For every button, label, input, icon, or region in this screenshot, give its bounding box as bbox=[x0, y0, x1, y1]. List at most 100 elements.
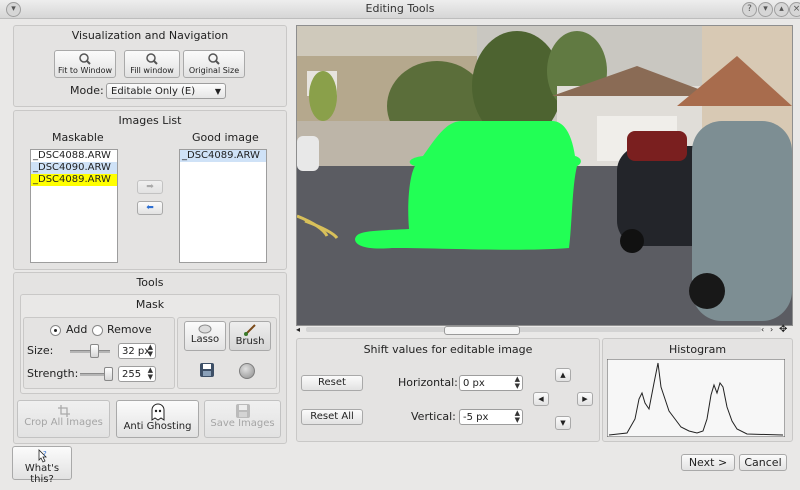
anti-ghosting-button[interactable]: Anti Ghosting bbox=[116, 400, 199, 438]
help-icon[interactable]: ? bbox=[742, 2, 757, 17]
move-left-button[interactable]: ⬅ bbox=[137, 201, 163, 215]
reset-all-button[interactable]: Reset All bbox=[301, 409, 363, 425]
save-mask-icon[interactable] bbox=[200, 363, 214, 377]
app-menu-icon[interactable]: ▾ bbox=[6, 2, 21, 17]
horizontal-scrollbar[interactable]: ◂ ‹ › ✥ bbox=[296, 324, 791, 335]
list-item[interactable]: _DSC4088.ARW bbox=[31, 150, 117, 162]
images-list-panel: Images List Maskable Good image _DSC4088… bbox=[13, 110, 287, 270]
spin-arrows-icon: ▲ ▼ bbox=[514, 375, 520, 390]
chevron-down-icon: ▼ bbox=[214, 87, 221, 96]
maximize-icon[interactable]: ▴ bbox=[774, 2, 789, 17]
whats-this-label: What's this? bbox=[24, 463, 60, 485]
visualization-title: Visualization and Navigation bbox=[71, 29, 229, 42]
spin-arrows-icon: ▲ ▼ bbox=[147, 343, 153, 358]
crop-all-images-button[interactable]: Crop All Images bbox=[17, 400, 110, 438]
whats-this-button[interactable]: ? What's this? bbox=[12, 446, 72, 485]
svg-text:?: ? bbox=[43, 450, 47, 458]
spin-arrows-icon: ▲ ▼ bbox=[147, 366, 153, 381]
scrollbar-track[interactable] bbox=[306, 327, 761, 332]
horizontal-value: 0 px bbox=[463, 378, 485, 389]
fit-to-window-button[interactable]: Fit to Window bbox=[54, 50, 116, 78]
size-value: 32 px bbox=[122, 346, 151, 357]
shift-up-button[interactable]: ▲ bbox=[555, 368, 571, 382]
add-radio[interactable] bbox=[50, 325, 61, 336]
reset-button[interactable]: Reset bbox=[301, 375, 363, 391]
ghost-icon bbox=[151, 403, 164, 421]
horizontal-spinbox[interactable]: 0 px ▲ ▼ bbox=[459, 375, 523, 391]
preview-photo bbox=[297, 26, 792, 325]
arrow-left-icon: ⬅ bbox=[146, 203, 154, 213]
cancel-label: Cancel bbox=[744, 456, 782, 469]
strength-label: Strength: bbox=[27, 367, 79, 380]
cancel-button[interactable]: Cancel bbox=[739, 454, 787, 471]
close-icon[interactable]: × bbox=[789, 2, 800, 17]
lasso-label: Lasso bbox=[190, 334, 220, 345]
spin-arrows-icon: ▲ ▼ bbox=[514, 409, 520, 424]
strength-spinbox[interactable]: 255 ▲ ▼ bbox=[118, 366, 156, 382]
vertical-value: -5 px bbox=[463, 412, 489, 423]
tools-panel: Tools Mask Add Remove Size: 32 px ▲ ▼ Str… bbox=[13, 272, 287, 444]
title-bar: Editing Tools ▾ ? ▾ ▴ × bbox=[0, 0, 800, 19]
shift-down-button[interactable]: ▼ bbox=[555, 416, 571, 430]
list-item[interactable]: _DSC4089.ARW bbox=[31, 174, 117, 186]
brush-icon bbox=[244, 324, 256, 336]
brush-button[interactable]: Brush bbox=[229, 321, 271, 351]
chevron-down-icon: ▼ bbox=[560, 419, 566, 427]
save-images-button[interactable]: Save Images bbox=[204, 400, 281, 438]
histogram-title: Histogram bbox=[668, 343, 727, 356]
mode-label: Mode: bbox=[70, 84, 104, 97]
clear-mask-icon[interactable] bbox=[239, 363, 255, 379]
images-list-title: Images List bbox=[118, 114, 182, 127]
chevron-up-icon: ▲ bbox=[560, 371, 566, 379]
tools-title: Tools bbox=[136, 276, 164, 289]
lasso-button[interactable]: Lasso bbox=[184, 321, 226, 351]
size-label: Size: bbox=[27, 344, 54, 357]
image-preview[interactable] bbox=[296, 25, 793, 326]
scroll-left-small-icon[interactable]: ‹ bbox=[761, 325, 769, 334]
good-image-list[interactable]: _DSC4089.ARW bbox=[179, 149, 267, 263]
fit-to-window-label: Fit to Window bbox=[57, 66, 113, 75]
anti-ghosting-label: Anti Ghosting bbox=[123, 421, 192, 432]
pan-move-icon[interactable]: ✥ bbox=[779, 324, 790, 335]
maskable-list[interactable]: _DSC4088.ARW _DSC4090.ARW _DSC4089.ARW bbox=[30, 149, 118, 263]
move-right-button[interactable]: ➡ bbox=[137, 180, 163, 194]
size-spinbox[interactable]: 32 px ▲ ▼ bbox=[118, 343, 156, 359]
scroll-right-icon[interactable]: › bbox=[770, 325, 778, 334]
crop-all-label: Crop All Images bbox=[24, 417, 103, 428]
good-image-header: Good image bbox=[192, 131, 259, 144]
horizontal-label: Horizontal: bbox=[398, 376, 458, 389]
next-button[interactable]: Next > bbox=[681, 454, 735, 471]
strength-slider-handle[interactable] bbox=[104, 367, 113, 381]
zoom-icon bbox=[79, 53, 91, 65]
strength-value: 255 bbox=[122, 369, 142, 380]
remove-label: Remove bbox=[107, 323, 152, 336]
original-size-label: Original Size bbox=[188, 66, 240, 75]
scroll-left-icon[interactable]: ◂ bbox=[296, 325, 306, 334]
list-item[interactable]: _DSC4090.ARW bbox=[31, 162, 117, 174]
size-slider-handle[interactable] bbox=[90, 344, 99, 358]
vertical-spinbox[interactable]: -5 px ▲ ▼ bbox=[459, 409, 523, 425]
scrollbar-thumb[interactable] bbox=[444, 326, 520, 335]
minimize-icon[interactable]: ▾ bbox=[758, 2, 773, 17]
visualization-panel: Visualization and Navigation Fit to Wind… bbox=[13, 25, 287, 107]
zoom-actual-size-icon bbox=[208, 53, 220, 65]
remove-radio[interactable] bbox=[92, 325, 103, 336]
reset-all-label: Reset All bbox=[310, 411, 354, 422]
mode-select[interactable]: Editable Only (E) ▼ bbox=[106, 83, 226, 99]
whats-this-icon: ? bbox=[38, 449, 47, 463]
mode-value: Editable Only (E) bbox=[111, 86, 196, 97]
fill-window-button[interactable]: Fill window bbox=[124, 50, 180, 78]
reset-label: Reset bbox=[318, 377, 346, 388]
add-label: Add bbox=[66, 323, 88, 336]
list-item[interactable]: _DSC4089.ARW bbox=[180, 150, 266, 162]
shift-title: Shift values for editable image bbox=[363, 343, 533, 356]
save-icon bbox=[235, 404, 250, 418]
shift-left-button[interactable]: ◀ bbox=[533, 392, 549, 406]
arrow-right-icon: ➡ bbox=[146, 182, 154, 192]
mask-tools: Lasso Brush bbox=[177, 317, 277, 389]
original-size-button[interactable]: Original Size bbox=[183, 50, 245, 78]
save-images-label: Save Images bbox=[210, 418, 275, 429]
window-title: Editing Tools bbox=[365, 2, 435, 15]
fill-window-label: Fill window bbox=[130, 66, 174, 75]
shift-right-button[interactable]: ▶ bbox=[577, 392, 593, 406]
